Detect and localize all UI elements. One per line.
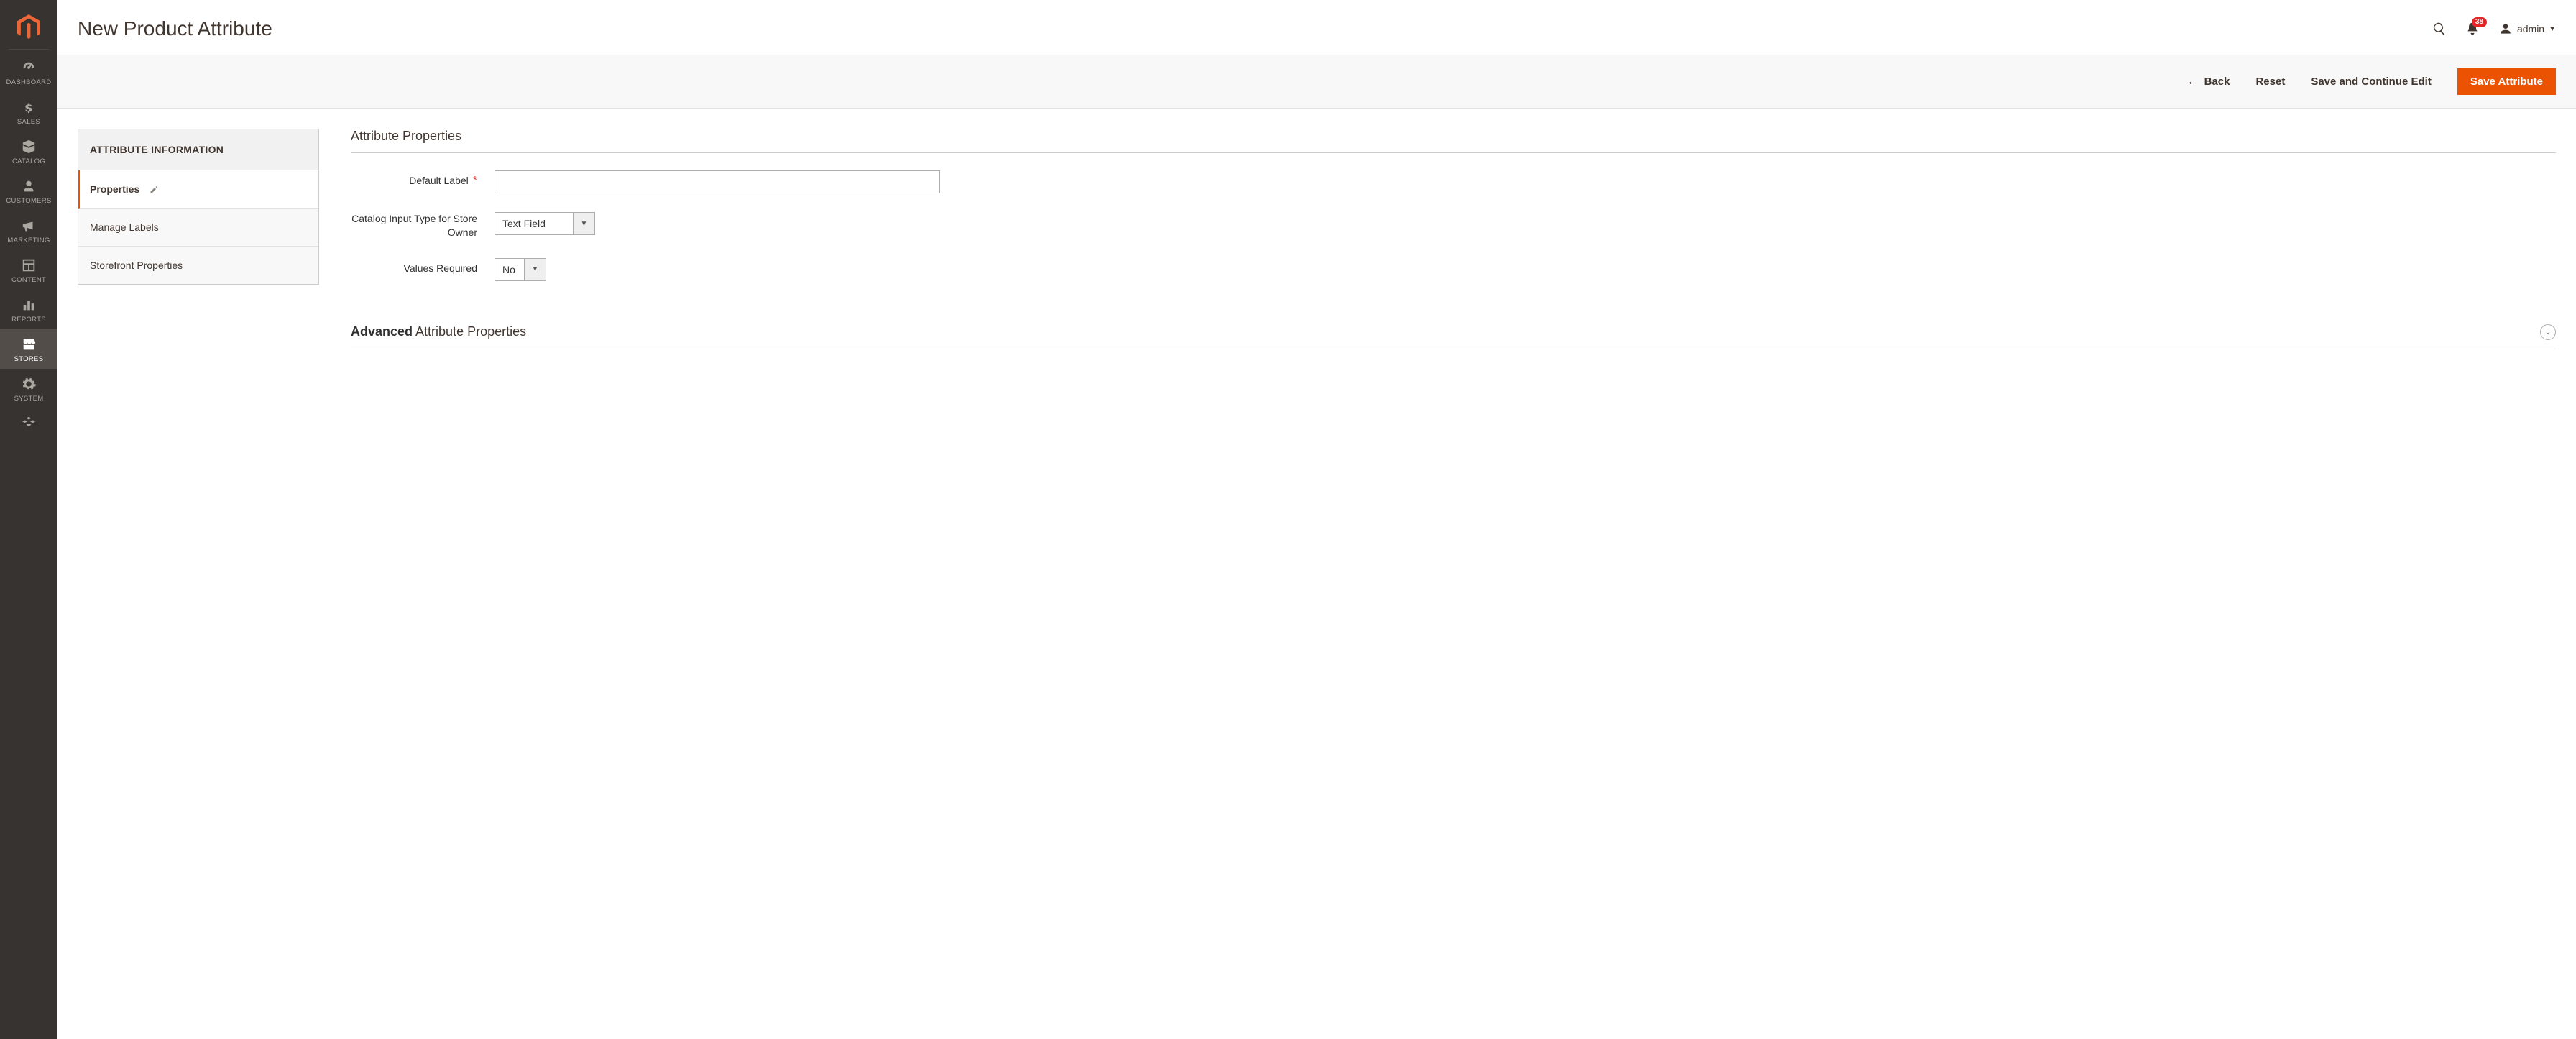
bars-icon <box>21 297 37 313</box>
magento-logo[interactable] <box>14 13 43 42</box>
tab-storefront-properties[interactable]: Storefront Properties <box>78 247 318 284</box>
field-values-required: Values Required No ▼ <box>351 258 2556 281</box>
action-bar: ← Back Reset Save and Continue Edit Save… <box>58 55 2576 109</box>
user-menu[interactable]: admin ▼ <box>2498 22 2556 36</box>
blocks-icon <box>21 416 37 431</box>
notification-badge: 38 <box>2472 17 2487 27</box>
storefront-icon <box>21 337 37 352</box>
search-icon[interactable] <box>2432 22 2447 36</box>
values-required-label: Values Required <box>351 258 494 274</box>
section-title-strong: Advanced <box>351 324 413 339</box>
chevron-down-icon: ▼ <box>573 213 594 234</box>
input-type-select[interactable]: Text Field ▼ <box>494 212 595 235</box>
page-title: New Product Attribute <box>78 17 2432 40</box>
section-title-rest: Attribute Properties <box>413 324 526 339</box>
select-value: No <box>495 259 524 280</box>
save-attribute-button[interactable]: Save Attribute <box>2457 68 2556 95</box>
nav-label: REPORTS <box>12 316 46 324</box>
nav-label: SYSTEM <box>14 395 44 403</box>
nav-label: CONTENT <box>12 276 46 284</box>
nav-stores[interactable]: STORES <box>0 329 58 369</box>
default-label-label: Default Label <box>351 170 494 188</box>
input-type-label: Catalog Input Type for Store Owner <box>351 212 494 239</box>
tab-label: Manage Labels <box>90 221 159 233</box>
notifications-icon[interactable]: 38 <box>2465 22 2480 36</box>
nav-customers[interactable]: CUSTOMERS <box>0 171 58 211</box>
megaphone-icon <box>21 218 37 234</box>
person-icon <box>21 178 37 194</box>
field-input-type: Catalog Input Type for Store Owner Text … <box>351 212 2556 239</box>
field-default-label: Default Label <box>351 170 2556 193</box>
reset-button[interactable]: Reset <box>2255 75 2285 88</box>
tab-label: Storefront Properties <box>90 260 183 271</box>
nav-label: DASHBOARD <box>6 78 52 86</box>
section-advanced-properties[interactable]: Advanced Attribute Properties ⌄ <box>351 324 2556 349</box>
nav-catalog[interactable]: CATALOG <box>0 132 58 171</box>
page-header: New Product Attribute 38 admin ▼ <box>58 0 2576 55</box>
nav-extensions[interactable] <box>0 408 58 440</box>
select-value: Text Field <box>495 213 573 234</box>
back-button[interactable]: ← Back <box>2187 75 2230 88</box>
nav-dashboard[interactable]: DASHBOARD <box>0 52 58 92</box>
box-icon <box>21 139 37 155</box>
nav-label: STORES <box>14 355 44 363</box>
nav-label: CUSTOMERS <box>6 197 51 205</box>
nav-label: CATALOG <box>12 157 45 165</box>
gear-icon <box>21 376 37 392</box>
attribute-info-tabs: ATTRIBUTE INFORMATION Properties Manage … <box>78 129 319 285</box>
pencil-icon <box>150 185 158 193</box>
nav-sales[interactable]: SALES <box>0 92 58 132</box>
nav-label: SALES <box>17 118 40 126</box>
values-required-select[interactable]: No ▼ <box>494 258 546 281</box>
tabs-title: ATTRIBUTE INFORMATION <box>78 129 318 170</box>
tab-properties[interactable]: Properties <box>78 170 318 209</box>
caret-down-icon: ▼ <box>2549 25 2556 33</box>
save-continue-button[interactable]: Save and Continue Edit <box>2311 75 2432 88</box>
gauge-icon <box>21 60 37 75</box>
layout-icon <box>21 257 37 273</box>
form-area: Attribute Properties Default Label Catal… <box>351 129 2556 367</box>
nav-system[interactable]: SYSTEM <box>0 369 58 408</box>
chevron-down-icon: ▼ <box>524 259 546 280</box>
chevron-down-circle-icon: ⌄ <box>2540 324 2556 340</box>
arrow-left-icon: ← <box>2187 75 2199 88</box>
nav-marketing[interactable]: MARKETING <box>0 211 58 250</box>
dollar-icon <box>21 99 37 115</box>
tab-label: Properties <box>90 183 139 195</box>
admin-sidebar: DASHBOARD SALES CATALOG CUSTOMERS MARKET… <box>0 0 58 1039</box>
user-icon <box>2498 22 2513 36</box>
sidebar-divider <box>9 49 49 50</box>
nav-label: MARKETING <box>7 237 50 244</box>
user-label: admin <box>2517 23 2544 35</box>
nav-content[interactable]: CONTENT <box>0 250 58 290</box>
section-attribute-properties: Attribute Properties <box>351 129 2556 153</box>
default-label-input[interactable] <box>494 170 940 193</box>
nav-reports[interactable]: REPORTS <box>0 290 58 329</box>
tab-manage-labels[interactable]: Manage Labels <box>78 209 318 247</box>
